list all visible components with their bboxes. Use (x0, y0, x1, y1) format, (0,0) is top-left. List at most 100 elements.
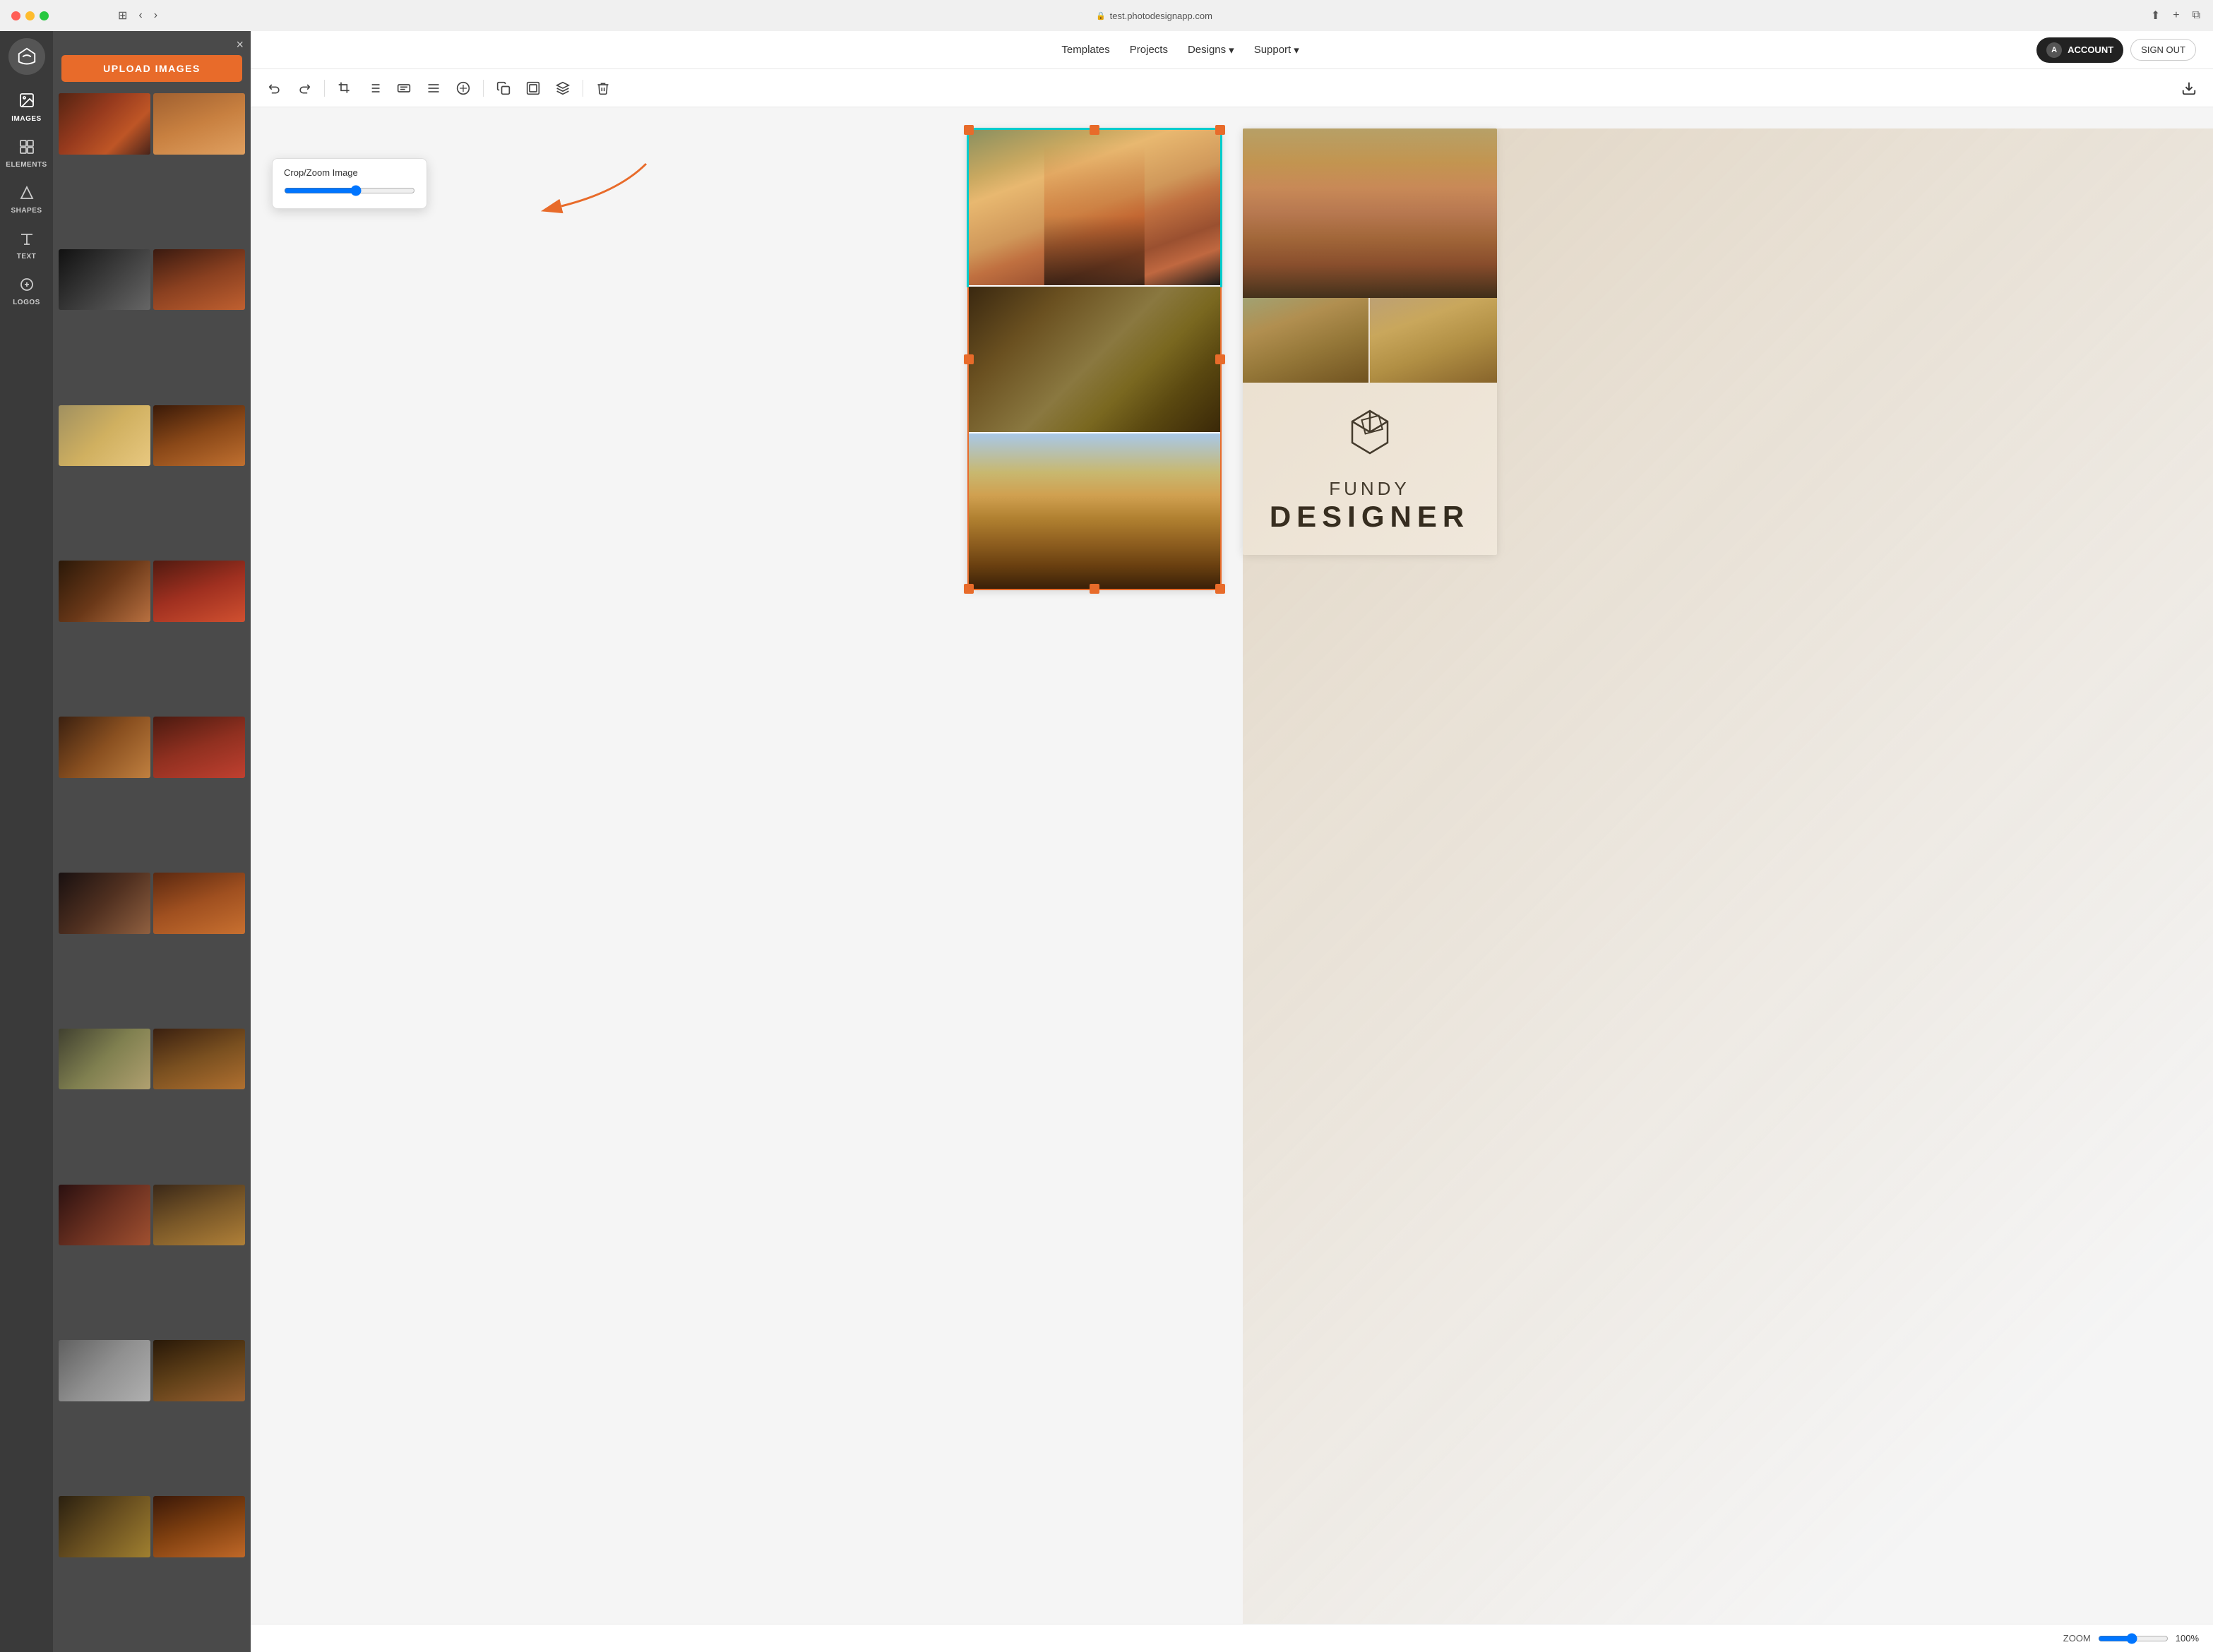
download-button[interactable] (2176, 76, 2202, 101)
tabs-btn[interactable]: ⧉ (2191, 8, 2202, 23)
crop-button[interactable] (332, 76, 357, 101)
delete-icon (596, 81, 610, 95)
list-item[interactable] (153, 93, 245, 155)
nav-links: Templates Projects Designs ▾ Support ▾ (1061, 44, 1299, 56)
list-item[interactable] (153, 1029, 245, 1090)
list-item[interactable] (59, 561, 150, 622)
new-tab-btn[interactable]: + (2171, 8, 2181, 23)
frame-button[interactable] (520, 76, 546, 101)
delete-button[interactable] (590, 76, 616, 101)
minimize-button[interactable] (25, 11, 35, 20)
list-item[interactable] (59, 1185, 150, 1246)
elements-icon (18, 138, 35, 159)
upload-images-button[interactable]: UPLOAD IMAGES (61, 55, 242, 82)
nav-actions: A ACCOUNT SIGN OUT (2036, 37, 2196, 63)
sidebar-item-images[interactable]: IMAGES (3, 85, 51, 130)
nav-back-btn[interactable]: ‹ (137, 8, 143, 23)
sidebar-item-text-label: TEXT (17, 253, 37, 261)
list-item[interactable] (153, 1340, 245, 1401)
share-btn[interactable]: ⬆ (2149, 7, 2161, 24)
list-item[interactable] (59, 1496, 150, 1557)
designs-chevron-icon: ▾ (1229, 44, 1234, 56)
url-bar[interactable]: 🔒 test.photodesignapp.com (165, 11, 2144, 21)
list-item[interactable] (153, 561, 245, 622)
titlebar: ⊞ ‹ › 🔒 test.photodesignapp.com ⬆ + ⧉ (0, 0, 2213, 31)
signout-button[interactable]: SIGN OUT (2130, 39, 2196, 61)
collage-right-top-image (1243, 128, 1497, 298)
list-item[interactable] (153, 717, 245, 778)
resize-handle-tl[interactable] (964, 125, 974, 135)
collage-cell-middle[interactable] (969, 285, 1220, 433)
redo-button[interactable] (292, 76, 317, 101)
nav-designs[interactable]: Designs ▾ (1188, 44, 1234, 56)
nav-projects[interactable]: Projects (1130, 44, 1168, 56)
sidebar-toggle-btn[interactable]: ⊞ (117, 7, 129, 24)
collage-cell-top[interactable] (969, 130, 1220, 285)
zoom-slider[interactable] (2098, 1633, 2169, 1644)
list-item[interactable] (153, 873, 245, 934)
collage-image-top (969, 130, 1220, 285)
crop-zoom-tooltip: Crop/Zoom Image (272, 158, 427, 209)
sidebar-item-shapes[interactable]: SHAPES (3, 177, 51, 222)
account-button[interactable]: A ACCOUNT (2036, 37, 2123, 63)
image-panel: × UPLOAD IMAGES (53, 31, 251, 1652)
list-item[interactable] (153, 1496, 245, 1557)
resize-handle-br[interactable] (1215, 584, 1225, 594)
resize-handle-bl[interactable] (964, 584, 974, 594)
sidebar-item-elements-label: ELEMENTS (6, 161, 47, 169)
collage-right[interactable]: FUNDY DESIGNER (1243, 128, 1497, 555)
crop-zoom-slider[interactable] (284, 185, 415, 196)
resize-handle-tr[interactable] (1215, 125, 1225, 135)
collage-right-top (1243, 128, 1497, 298)
list-item[interactable] (59, 93, 150, 155)
main-content: Templates Projects Designs ▾ Support ▾ A… (251, 31, 2213, 1652)
nav-forward-btn[interactable]: › (153, 8, 159, 23)
list-item[interactable] (59, 405, 150, 467)
sidebar-item-logos[interactable]: LOGOS (3, 269, 51, 313)
layers-button[interactable] (550, 76, 575, 101)
maximize-button[interactable] (40, 11, 49, 20)
sidebar-item-images-label: IMAGES (11, 115, 41, 123)
list-item[interactable] (59, 873, 150, 934)
list-item[interactable] (59, 1029, 150, 1090)
nav-support[interactable]: Support ▾ (1254, 44, 1299, 56)
toolbar-separator-2 (483, 80, 484, 97)
image-grid (53, 90, 251, 1652)
nav-templates[interactable]: Templates (1061, 44, 1109, 56)
close-panel-button[interactable]: × (236, 38, 244, 51)
copy-button[interactable] (491, 76, 516, 101)
sidebar-item-text[interactable]: TEXT (3, 223, 51, 268)
collage-left[interactable] (967, 128, 1222, 590)
align-icon (427, 81, 441, 95)
list-item[interactable] (59, 249, 150, 311)
account-avatar: A (2046, 42, 2062, 58)
list-item[interactable] (153, 405, 245, 467)
layers-icon (556, 81, 570, 95)
resize-handle-mb[interactable] (1090, 584, 1099, 594)
list-item[interactable] (153, 1185, 245, 1246)
zoom-label: ZOOM (2063, 1633, 2091, 1644)
download-icon (2181, 80, 2197, 96)
collage-cell-bottom[interactable] (969, 433, 1220, 589)
align-button[interactable] (421, 76, 446, 101)
arrow-annotation (477, 150, 688, 234)
list-item[interactable] (59, 717, 150, 778)
redo-icon (297, 81, 311, 95)
resize-handle-mt[interactable] (1090, 125, 1099, 135)
sidebar: IMAGES ELEMENTS SHAPES (0, 31, 53, 1652)
sidebar-logo[interactable] (8, 38, 45, 75)
sidebar-item-logos-label: LOGOS (13, 299, 40, 306)
close-button[interactable] (11, 11, 20, 20)
undo-button[interactable] (262, 76, 287, 101)
toolbar (251, 69, 2213, 107)
list-item[interactable] (59, 1340, 150, 1401)
navbar: Templates Projects Designs ▾ Support ▾ A… (251, 31, 2213, 69)
resize-handle-mr[interactable] (1215, 354, 1225, 364)
fill-button[interactable] (451, 76, 476, 101)
list-item[interactable] (153, 249, 245, 311)
crop-icon (338, 81, 352, 95)
caption-button[interactable] (391, 76, 417, 101)
sidebar-item-elements[interactable]: ELEMENTS (3, 131, 51, 176)
list-button[interactable] (362, 76, 387, 101)
resize-handle-ml[interactable] (964, 354, 974, 364)
